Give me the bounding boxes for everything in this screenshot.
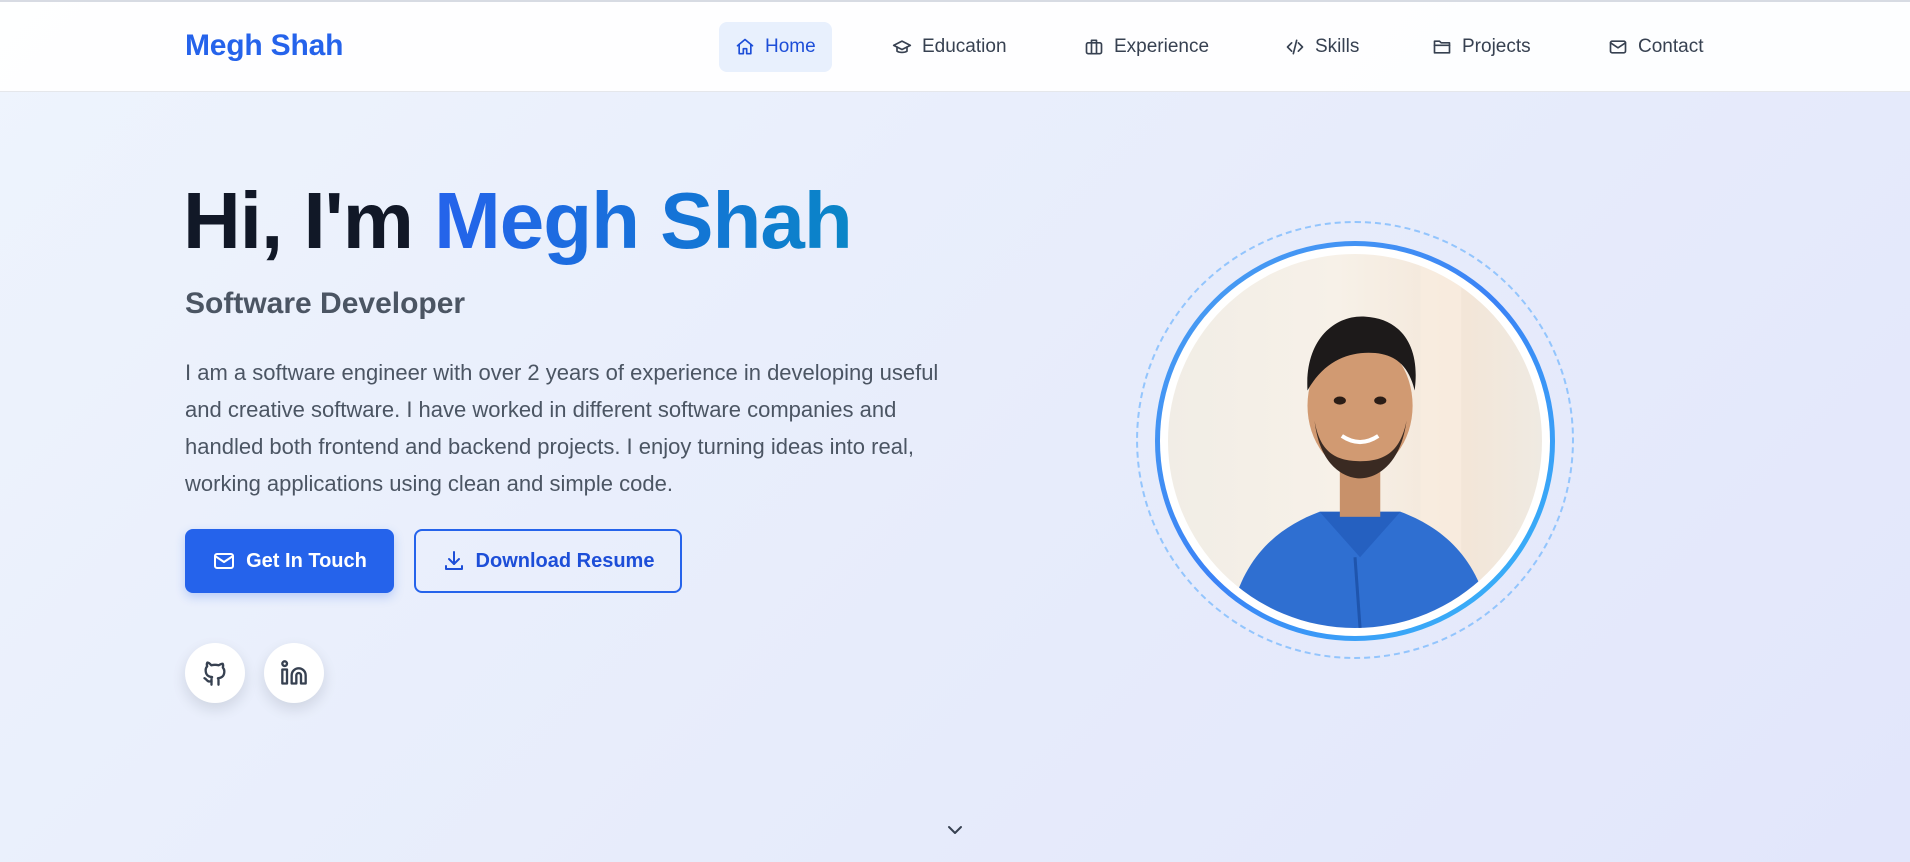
nav-label-projects: Projects (1462, 36, 1531, 57)
get-in-touch-label: Get In Touch (246, 549, 367, 572)
nav-label-education: Education (922, 36, 1007, 57)
nav-item-skills[interactable]: Skills (1269, 22, 1375, 72)
mail-icon (214, 553, 235, 569)
chevron-down-icon (948, 826, 962, 834)
download-resume-label: Download Resume (475, 549, 655, 572)
nav-label-skills: Skills (1315, 36, 1360, 57)
site-header: Megh Shah Home Education Experience Skil… (0, 2, 1910, 92)
nav-item-home[interactable]: Home (719, 22, 832, 72)
briefcase-icon (1085, 39, 1103, 55)
scroll-down-indicator[interactable] (943, 818, 967, 842)
nav-item-education[interactable]: Education (876, 22, 1023, 72)
linkedin-link[interactable] (264, 643, 324, 703)
home-icon (736, 38, 754, 55)
mail-icon (1609, 40, 1627, 54)
nav-label-home: Home (765, 36, 816, 57)
nav-item-experience[interactable]: Experience (1068, 22, 1225, 72)
nav-label-contact: Contact (1638, 36, 1704, 57)
folder-icon (1433, 40, 1451, 54)
nav-label-experience: Experience (1114, 36, 1210, 57)
nav-item-contact[interactable]: Contact (1592, 22, 1719, 72)
github-link[interactable] (185, 643, 245, 703)
code-icon (1286, 39, 1304, 55)
person-portrait (1228, 254, 1492, 628)
nav-item-projects[interactable]: Projects (1416, 22, 1547, 72)
hero-role: Software Developer (185, 287, 466, 320)
hero-title: Hi, I'm Megh Shah (183, 175, 853, 267)
hero-about: I am a software engineer with over 2 yea… (185, 360, 939, 496)
github-icon (203, 661, 226, 686)
download-icon (444, 551, 463, 570)
get-in-touch-button[interactable]: Get In Touch (185, 529, 394, 593)
linkedin-icon (281, 660, 307, 685)
download-resume-button[interactable]: Download Resume (414, 529, 682, 593)
main-nav: Home Education Experience Skills Project… (0, 22, 1910, 74)
hero-greeting: Hi, I'm (183, 176, 414, 265)
hero-name: Megh Shah (434, 176, 853, 265)
profile-photo-frame (1155, 241, 1555, 641)
profile-photo (1168, 254, 1542, 628)
graduation-cap-icon (892, 40, 912, 54)
